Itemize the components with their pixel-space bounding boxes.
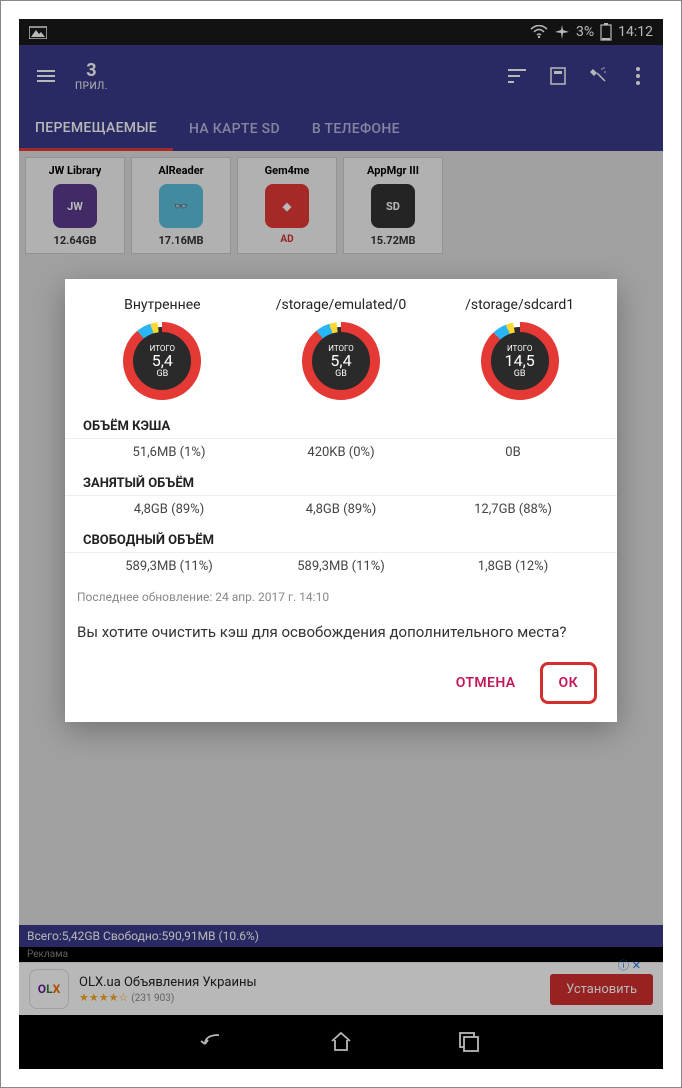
last-update-text: Последнее обновление: 24 апр. 2017 г. 14… (65, 580, 617, 614)
storage-name: /storage/sdcard1 (430, 297, 609, 313)
section-cache-title: ОБЪЁМ КЭША (65, 409, 617, 438)
used-row: 4,8GB (89%) 4,8GB (89%) 12,7GB (88%) (65, 495, 617, 523)
ok-button[interactable]: ОК (540, 662, 597, 704)
dialog-question: Вы хотите очистить кэш для освобождения … (65, 614, 617, 656)
free-row: 589,3MB (11%) 589,3MB (11%) 1,8GB (12%) (65, 552, 617, 580)
storage-dialog: Внутреннее ИТОГО 5,4 GB /storage/emulate… (65, 279, 617, 722)
storage-gauge: ИТОГО 5,4 GB (122, 321, 202, 401)
cache-row: 51,6MB (1%) 420KB (0%) 0B (65, 438, 617, 466)
section-free-title: СВОБОДНЫЙ ОБЪЁМ (65, 523, 617, 552)
storage-column: /storage/sdcard1 ИТОГО 14,5 GB (430, 297, 609, 401)
cancel-button[interactable]: ОТМЕНА (452, 667, 520, 699)
storage-gauge: ИТОГО 5,4 GB (301, 321, 381, 401)
storage-column: Внутреннее ИТОГО 5,4 GB (73, 297, 252, 401)
storage-name: Внутреннее (73, 297, 252, 313)
section-used-title: ЗАНЯТЫЙ ОБЪЁМ (65, 466, 617, 495)
storage-column: /storage/emulated/0 ИТОГО 5,4 GB (252, 297, 431, 401)
storage-name: /storage/emulated/0 (252, 297, 431, 313)
dialog-overlay[interactable]: Внутреннее ИТОГО 5,4 GB /storage/emulate… (19, 19, 663, 1069)
storage-gauge: ИТОГО 14,5 GB (480, 321, 560, 401)
